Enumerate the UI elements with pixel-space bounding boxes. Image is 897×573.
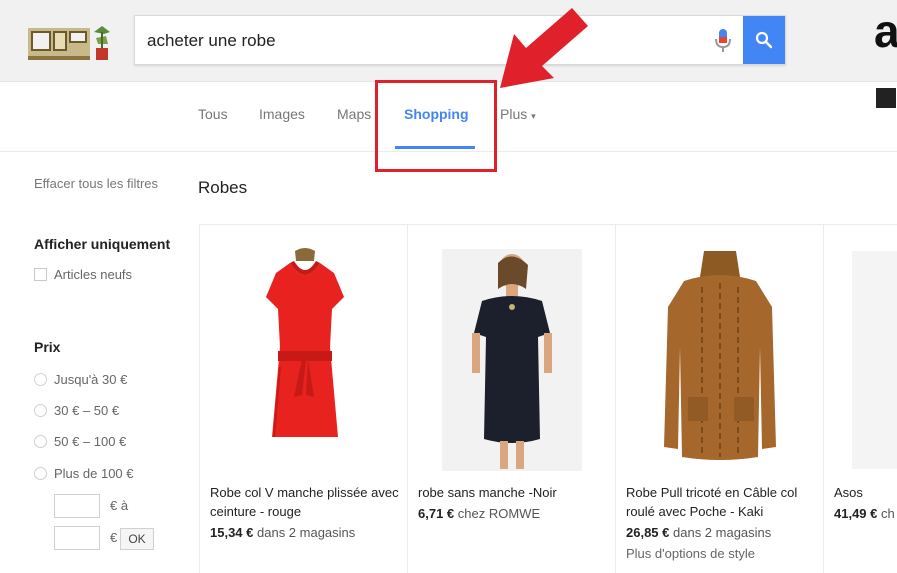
mic-icon[interactable] — [713, 27, 733, 55]
more-style-options-link[interactable]: Plus d'options de style — [626, 546, 755, 561]
product-image-black-dress[interactable] — [442, 249, 582, 471]
price-seller: dans 2 magasins — [257, 525, 356, 540]
corner-decoration: a — [874, 5, 897, 57]
price-option-label: Jusqu'à 30 € — [54, 372, 128, 387]
price-value: 26,85 € — [626, 525, 670, 540]
price-option-label: 50 € – 100 € — [54, 434, 127, 449]
tab-images[interactable]: Images — [259, 106, 305, 122]
price-option-label: 30 € – 50 € — [54, 403, 120, 418]
price-seller: ch — [881, 506, 895, 521]
top-bar — [0, 0, 897, 82]
price-value: 41,49 € — [834, 506, 878, 521]
filters-sidebar: Effacer tous les filtres Afficher unique… — [34, 176, 194, 550]
price-seller: dans 2 magasins — [673, 525, 772, 540]
radio-icon — [34, 467, 47, 480]
results-title: Robes — [198, 178, 248, 197]
price-option-2[interactable]: 50 € – 100 € — [34, 434, 126, 449]
price-option-label: Plus de 100 € — [54, 466, 134, 481]
radio-icon — [34, 404, 47, 417]
product-title[interactable]: robe sans manche -Noir — [418, 483, 608, 502]
show-only-heading: Afficher uniquement — [34, 236, 171, 252]
radio-icon — [34, 373, 47, 386]
price-min-unit: € à — [110, 498, 129, 513]
shopping-highlight-box — [375, 80, 497, 172]
price-seller: chez ROMWE — [457, 506, 541, 521]
new-items-label: Articles neufs — [54, 267, 133, 282]
tab-all[interactable]: Tous — [198, 106, 228, 122]
price-option-0[interactable]: Jusqu'à 30 € — [34, 372, 127, 387]
product-title[interactable]: Robe col V manche plissée avec ceinture … — [210, 483, 400, 521]
checkbox-icon — [34, 268, 47, 281]
product-title[interactable]: Asos — [834, 483, 897, 502]
new-items-checkbox[interactable]: Articles neufs — [34, 267, 132, 282]
search-box — [134, 15, 786, 65]
price-ok-button[interactable]: OK — [120, 528, 154, 550]
logo-doodle[interactable] — [26, 24, 112, 64]
price-max-unit: € — [110, 530, 118, 545]
price-value: 15,34 € — [210, 525, 254, 540]
chevron-down-icon: ▾ — [531, 111, 536, 121]
product-price: 15,34 € dans 2 magasins — [210, 525, 355, 540]
product-title[interactable]: Robe Pull tricoté en Câble col roulé ave… — [626, 483, 816, 521]
arrow-annotation — [500, 8, 588, 88]
product-card[interactable]: Asos 41,49 € ch — [823, 224, 897, 573]
price-option-1[interactable]: 30 € – 50 € — [34, 403, 119, 418]
price-max-input[interactable] — [54, 526, 100, 550]
tab-more[interactable]: Plus ▾ — [500, 106, 536, 122]
product-image-red-dress[interactable] — [240, 247, 370, 473]
search-icon — [755, 31, 773, 49]
product-card[interactable]: Robe Pull tricoté en Câble col roulé ave… — [615, 224, 823, 573]
price-option-3[interactable]: Plus de 100 € — [34, 466, 134, 481]
price-value: 6,71 € — [418, 506, 455, 521]
clear-filters-link[interactable]: Effacer tous les filtres — [34, 176, 194, 191]
product-price: 26,85 € dans 2 magasins — [626, 525, 771, 540]
product-card[interactable]: robe sans manche -Noir 6,71 € chez ROMWE — [407, 224, 615, 573]
price-min-input[interactable] — [54, 494, 100, 518]
product-image-asos[interactable] — [852, 251, 897, 469]
tab-more-label: Plus — [500, 106, 528, 122]
product-image-khaki-dress[interactable] — [654, 247, 786, 473]
radio-icon — [34, 435, 47, 448]
product-price: 6,71 € chez ROMWE — [418, 506, 540, 521]
search-button[interactable] — [743, 16, 785, 64]
product-price: 41,49 € ch — [834, 506, 895, 521]
corner-square-top — [876, 88, 896, 108]
search-input[interactable] — [147, 29, 687, 53]
price-heading: Prix — [34, 339, 61, 355]
tab-maps[interactable]: Maps — [337, 106, 371, 122]
product-card[interactable]: Robe col V manche plissée avec ceinture … — [199, 224, 407, 573]
